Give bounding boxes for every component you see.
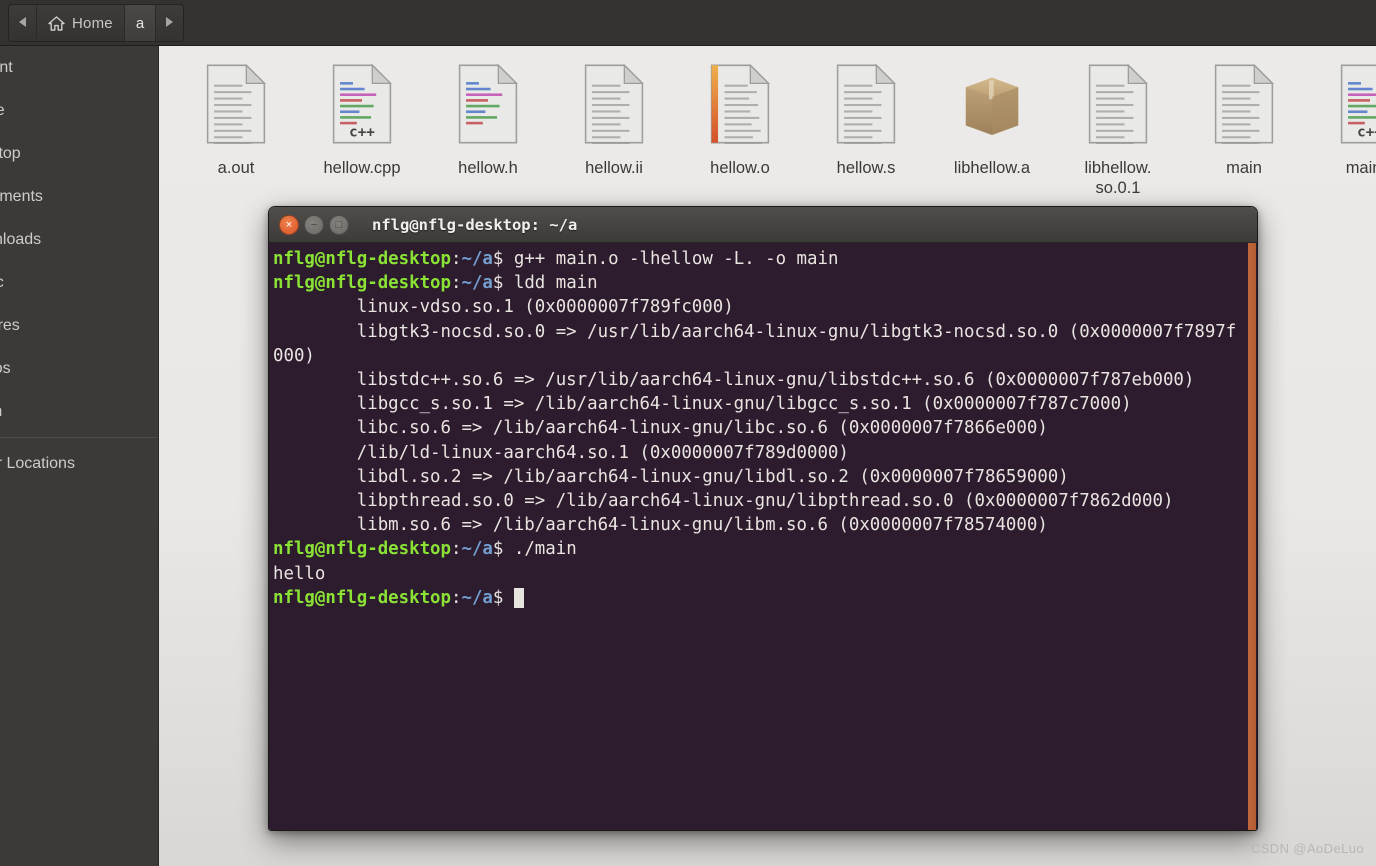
sidebar-item-label: Pictures — [0, 316, 20, 334]
terminal-body[interactable]: nflg@nflg-desktop:~/a$ g++ main.o -lhell… — [269, 243, 1257, 830]
text-document-icon — [1087, 64, 1149, 152]
text-document-icon — [205, 64, 267, 152]
terminal-window[interactable]: × − □ nflg@nflg-desktop: ~/a nflg@nflg-d… — [268, 206, 1258, 831]
breadcrumb-home-label: Home — [72, 14, 113, 32]
sidebar-item-recent[interactable]: Recent — [0, 46, 158, 89]
file-item[interactable]: hellow.o — [677, 60, 803, 198]
sidebar-item-pictures[interactable]: Pictures — [0, 304, 158, 347]
forward-button[interactable] — [156, 5, 184, 41]
file-name-label: hellow.h — [458, 159, 518, 177]
chevron-left-icon — [18, 16, 27, 31]
sidebar-item-documents[interactable]: Documents — [0, 175, 158, 218]
file-name-label: hellow.ii — [585, 159, 643, 177]
sidebar-item-label: Music — [0, 274, 4, 292]
minimize-button[interactable]: − — [304, 214, 324, 235]
breadcrumb: Home a — [8, 4, 185, 42]
file-item[interactable]: libhellow.a — [929, 60, 1055, 198]
sidebar-item-label: Recent — [0, 58, 13, 76]
sidebar-item-label: Home — [0, 101, 5, 119]
file-item[interactable]: libhellow. so.0.1 — [1055, 60, 1181, 198]
header-bar: Home a — [0, 0, 1376, 46]
icon-grid: a.out c++ hellow.cpp hellow.h hellow.ii … — [159, 46, 1376, 198]
cpp-source-icon: c++ — [1339, 64, 1376, 152]
file-item[interactable]: hellow.h — [425, 60, 551, 198]
svg-text:c++: c++ — [349, 124, 375, 140]
file-item[interactable]: hellow.ii — [551, 60, 677, 198]
sidebar-item-home[interactable]: Home — [0, 89, 158, 132]
sidebar-item-label: Trash — [0, 403, 2, 421]
sidebar-item-desktop[interactable]: Desktop — [0, 132, 158, 175]
archive-package-icon — [961, 64, 1023, 152]
sidebar-item-label: Desktop — [0, 144, 21, 162]
header-source-icon — [457, 64, 519, 152]
sidebar-item-trash[interactable]: Trash — [0, 390, 158, 433]
file-item[interactable]: main — [1181, 60, 1307, 198]
terminal-output: nflg@nflg-desktop:~/a$ g++ main.o -lhell… — [273, 249, 1237, 608]
terminal-title-bar[interactable]: × − □ nflg@nflg-desktop: ~/a — [269, 207, 1257, 243]
file-item[interactable]: hellow.s — [803, 60, 929, 198]
maximize-button[interactable]: □ — [329, 214, 349, 235]
file-item[interactable]: c++ hellow.cpp — [299, 60, 425, 198]
text-document-icon — [583, 64, 645, 152]
file-name-label: hellow.cpp — [323, 159, 401, 177]
breadcrumb-item-home[interactable]: Home — [37, 5, 125, 41]
text-document-icon — [835, 64, 897, 152]
file-item[interactable]: a.out — [173, 60, 299, 198]
cpp-source-icon: c++ — [331, 64, 393, 152]
sidebar-item-label: Downloads — [0, 230, 42, 248]
svg-text:c++: c++ — [1357, 124, 1376, 140]
sidebar-item-label: Documents — [0, 187, 43, 205]
sidebar-item-other-locations[interactable]: Other Locations — [0, 442, 158, 485]
sidebar-item-music[interactable]: Music — [0, 261, 158, 304]
file-name-label: hellow.s — [836, 159, 896, 177]
file-name-label: libhellow.a — [953, 159, 1031, 177]
home-icon — [48, 15, 65, 31]
sidebar: Recent Home Desktop Documents Downloads Music… — [0, 46, 159, 866]
back-button[interactable] — [9, 5, 37, 41]
terminal-scrollbar-thumb[interactable] — [1248, 243, 1256, 830]
sidebar-divider — [0, 437, 158, 438]
sidebar-item-videos[interactable]: Videos — [0, 347, 158, 390]
file-name-label: main.c — [1345, 159, 1376, 177]
breadcrumb-current-label: a — [135, 14, 145, 32]
file-name-label: libhellow. so.0.1 — [1084, 159, 1152, 198]
object-file-icon — [709, 64, 771, 152]
breadcrumb-item-current[interactable]: a — [124, 5, 157, 41]
terminal-scrollbar[interactable] — [1246, 243, 1257, 830]
file-name-label: a.out — [217, 159, 255, 177]
file-item[interactable]: c++ main.c — [1307, 60, 1376, 198]
file-manager-window: Home a Recent Home Desktop Documents Downloa… — [0, 0, 1376, 866]
watermark: CSDN @AoDeLuo — [1250, 841, 1364, 856]
close-button[interactable]: × — [279, 214, 299, 235]
file-name-label: main — [1226, 159, 1262, 177]
sidebar-item-downloads[interactable]: Downloads — [0, 218, 158, 261]
chevron-right-icon — [165, 16, 174, 31]
terminal-title: nflg@nflg-desktop: ~/a — [372, 215, 578, 234]
file-name-label: hellow.o — [710, 159, 770, 177]
sidebar-item-label: Videos — [0, 359, 11, 377]
sidebar-item-label: Other Locations — [0, 454, 75, 472]
text-document-icon — [1213, 64, 1275, 152]
